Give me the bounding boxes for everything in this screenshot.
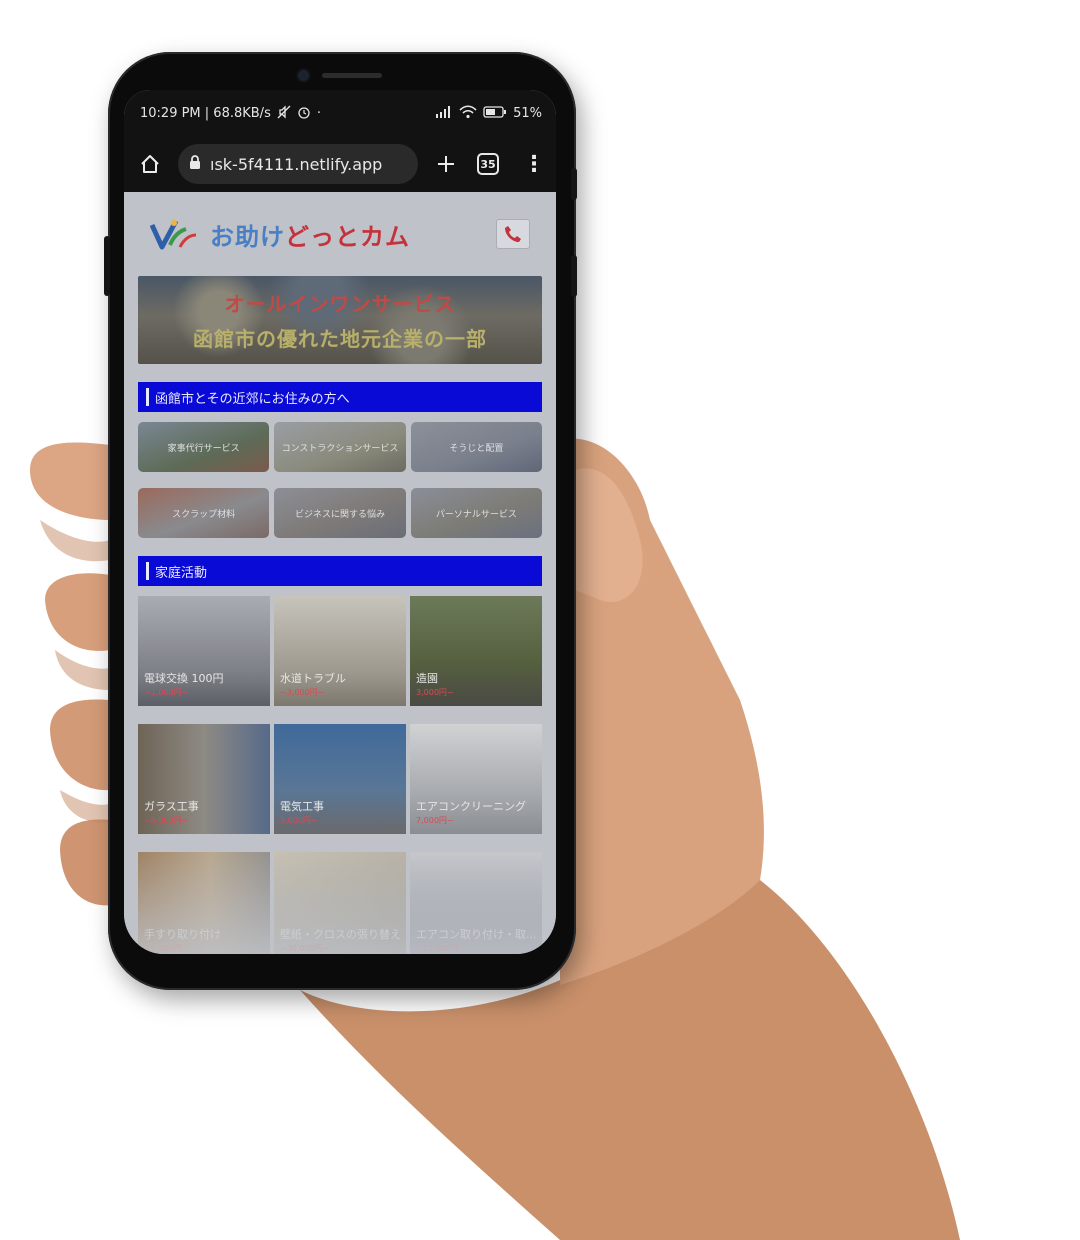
phone-icon	[505, 226, 521, 242]
lock-icon	[188, 154, 202, 174]
phone-screen: 10:29 PM | 68.8KB/s · 51% ısk-5f4111.net…	[124, 90, 556, 954]
wifi-icon	[459, 104, 477, 122]
activity-label: 電球交換 100円	[144, 672, 224, 685]
service-label: そうじと配置	[449, 443, 504, 454]
service-label: パーソナルサービス	[435, 509, 517, 520]
mute-icon	[277, 104, 291, 122]
site-header: お助けどっとカム	[138, 192, 542, 276]
logo-text: お助けどっとカム	[210, 217, 410, 252]
logo-text-part1: お助け	[210, 222, 285, 251]
services-grid: 家事代行サービス コンストラクションサービス そうじと配置 スクラップ材料 ビジ…	[138, 422, 542, 538]
status-time: 10:29 PM | 68.8KB/s	[140, 105, 271, 121]
section-accent-bar	[146, 388, 149, 406]
battery-icon	[483, 105, 507, 121]
home-icon	[141, 155, 159, 173]
service-card[interactable]: パーソナルサービス	[410, 488, 542, 538]
service-card[interactable]: そうじと配置	[410, 422, 542, 472]
site-logo[interactable]: お助けどっとカム	[150, 217, 410, 252]
service-label: 家事代行サービス	[167, 443, 240, 454]
activity-card[interactable]: 手すり取り付け ~5,000円~	[138, 852, 270, 954]
tab-count: 35	[477, 153, 499, 175]
activity-label: 水道トラブル	[280, 672, 346, 685]
activity-price: ~10,000円~	[416, 944, 466, 953]
activity-price: 7,000円~	[416, 816, 454, 825]
activity-label: 電気工事	[280, 800, 324, 813]
status-left: 10:29 PM | 68.8KB/s ·	[140, 104, 321, 122]
activity-label: 造園	[416, 672, 438, 685]
activities-section-title: 家庭活動	[138, 556, 542, 586]
status-right: 51%	[435, 104, 542, 122]
activity-price: ~5,000円~	[144, 816, 189, 825]
call-button[interactable]	[496, 219, 530, 249]
activity-card[interactable]: エアコンクリーニング 7,000円~	[410, 724, 542, 834]
stage: 10:29 PM | 68.8KB/s · 51% ısk-5f4111.net…	[0, 0, 1080, 1240]
service-card[interactable]: 家事代行サービス	[138, 422, 270, 472]
activity-card[interactable]: 水道トラブル ~3,000円~	[274, 596, 406, 706]
activity-price: ~30,000円~	[280, 944, 330, 953]
volume-button	[104, 236, 110, 296]
power-button	[571, 168, 577, 200]
services-section-title: 函館市とその近郊にお住みの方へ	[138, 382, 542, 412]
service-card[interactable]: スクラップ材料	[138, 488, 270, 538]
activity-price: ~1,000円~	[144, 688, 189, 697]
hero-banner[interactable]: オールインワンサービス 函館市の優れた地元企業の一部	[138, 276, 542, 364]
activity-label: エアコン取り付け・取...	[416, 928, 537, 941]
battery-percent: 51%	[513, 105, 542, 121]
service-label: スクラップ材料	[172, 509, 236, 520]
activity-price: 3,000円~	[416, 688, 454, 697]
more-vert-icon: ⋮	[523, 151, 545, 177]
logo-mark-icon	[150, 219, 197, 250]
activity-card[interactable]: ガラス工事 ~5,000円~	[138, 724, 270, 834]
tabs-button[interactable]: 35	[474, 150, 502, 178]
activity-price: 5,000円~	[280, 816, 318, 825]
alarm-icon	[297, 105, 311, 122]
activity-label: 壁紙・クロスの張り替え	[280, 928, 401, 941]
side-button	[571, 255, 577, 297]
activity-price: ~5,000円~	[144, 944, 189, 953]
address-bar[interactable]: ısk-5f4111.netlify.app	[178, 144, 418, 184]
section-title-text: 家庭活動	[155, 565, 208, 581]
activities-grid: 電球交換 100円 ~1,000円~ 水道トラブル ~3,000円~ 造園 3,…	[138, 596, 542, 954]
new-tab-button[interactable]	[432, 150, 460, 178]
activity-card[interactable]: 電球交換 100円 ~1,000円~	[138, 596, 270, 706]
section-title-text: 函館市とその近郊にお住みの方へ	[155, 391, 350, 407]
status-dot: ·	[316, 105, 321, 121]
logo-text-part2: どっとカム	[285, 222, 410, 251]
service-card[interactable]: コンストラクションサービス	[274, 422, 406, 472]
service-label: ビジネスに関する悩み	[294, 509, 385, 520]
url-text: ısk-5f4111.netlify.app	[210, 154, 383, 174]
signal-icon	[435, 105, 453, 121]
activity-price: ~3,000円~	[280, 688, 325, 697]
earpiece	[322, 73, 382, 78]
browser-toolbar: ısk-5f4111.netlify.app 35 ⋮	[124, 136, 556, 192]
activity-label: エアコンクリーニング	[416, 800, 526, 813]
activity-card[interactable]: 壁紙・クロスの張り替え ~30,000円~	[274, 852, 406, 954]
activity-card[interactable]: 電気工事 5,000円~	[274, 724, 406, 834]
hero-title: オールインワンサービス	[224, 292, 456, 316]
activity-label: ガラス工事	[144, 800, 199, 813]
web-page: お助けどっとカム オールインワンサービス 函館市の優れた地元企業の一部 函館市と…	[124, 192, 556, 954]
service-label: コンストラクションサービス	[281, 443, 399, 454]
service-card[interactable]: ビジネスに関する悩み	[274, 488, 406, 538]
front-camera	[298, 70, 309, 81]
status-bar: 10:29 PM | 68.8KB/s · 51%	[124, 90, 556, 136]
plus-icon	[438, 156, 454, 172]
activity-label: 手すり取り付け	[144, 928, 221, 941]
home-button[interactable]	[136, 150, 164, 178]
activity-card[interactable]: 造園 3,000円~	[410, 596, 542, 706]
activity-card[interactable]: エアコン取り付け・取... ~10,000円~	[410, 852, 542, 954]
menu-button[interactable]: ⋮	[516, 150, 545, 178]
section-accent-bar	[146, 562, 149, 580]
hero-subtitle: 函館市の優れた地元企業の一部	[193, 327, 487, 351]
